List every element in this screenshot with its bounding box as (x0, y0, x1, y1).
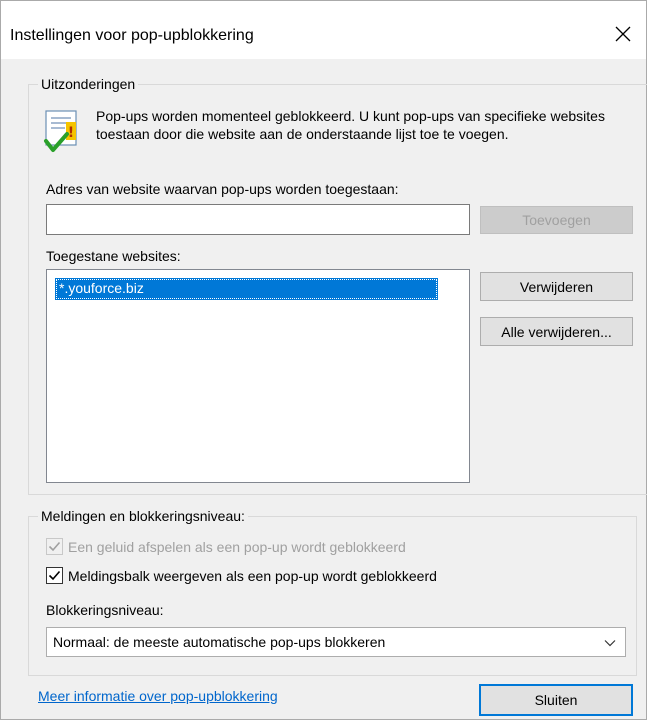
list-item[interactable]: *.youforce.biz (55, 278, 438, 300)
close-icon (615, 26, 631, 42)
remove-all-button[interactable]: Alle verwijderen... (480, 317, 633, 346)
notification-bar-label: Meldingsbalk weergeven als een pop-up wo… (68, 567, 437, 584)
play-sound-label: Een geluid afspelen als een pop-up wordt… (68, 538, 406, 555)
remove-button[interactable]: Verwijderen (480, 272, 633, 301)
checkmark-icon (48, 570, 61, 581)
close-window-button[interactable] (600, 11, 646, 57)
notification-bar-option[interactable]: Meldingsbalk weergeven als een pop-up wo… (46, 567, 437, 584)
play-sound-option[interactable]: Een geluid afspelen als een pop-up wordt… (46, 538, 406, 555)
window-title: Instellingen voor pop-upblokkering (10, 27, 254, 44)
blocking-level-value: Normaal: de meeste automatische pop-ups … (53, 634, 386, 650)
exceptions-legend: Uitzonderingen (38, 76, 139, 92)
blocking-level-select[interactable]: Normaal: de meeste automatische pop-ups … (46, 627, 626, 657)
popup-warning-icon: ! (44, 110, 77, 152)
notification-bar-checkbox[interactable] (46, 567, 63, 584)
add-button[interactable]: Toevoegen (480, 206, 633, 234)
popup-blocker-settings-dialog: Instellingen voor pop-upblokkering Uitzo… (0, 0, 647, 720)
address-label: Adres van website waarvan pop-ups worden… (46, 181, 399, 197)
chevron-down-icon (604, 640, 616, 647)
website-address-input[interactable] (46, 204, 470, 235)
close-button[interactable]: Sluiten (479, 684, 633, 716)
title-bar: Instellingen voor pop-upblokkering (1, 1, 646, 59)
notifications-legend: Meldingen en blokkeringsniveau: (38, 508, 248, 524)
allowed-sites-label: Toegestane websites: (46, 248, 181, 264)
checkmark-icon (48, 541, 61, 552)
exceptions-info-text: Pop-ups worden momenteel geblokkeerd. U … (96, 108, 605, 142)
more-info-link[interactable]: Meer informatie over pop-upblokkering (38, 688, 278, 704)
play-sound-checkbox[interactable] (46, 538, 63, 555)
blocking-level-label: Blokkeringsniveau: (46, 602, 164, 618)
allowed-sites-list[interactable]: *.youforce.biz (46, 269, 470, 483)
svg-text:!: ! (68, 125, 74, 141)
